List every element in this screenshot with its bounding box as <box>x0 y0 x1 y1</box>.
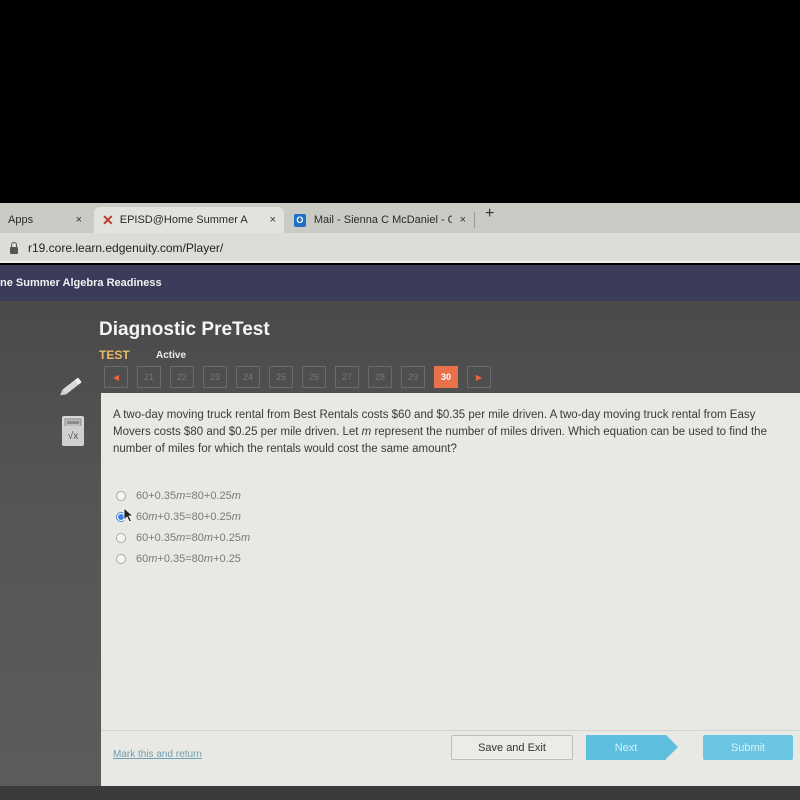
close-tab-icon[interactable]: × <box>262 214 276 226</box>
page-button[interactable]: 28 <box>368 366 392 388</box>
chevron-left-icon: ◀ <box>112 372 120 382</box>
prev-question-button[interactable]: ◀ <box>104 366 128 388</box>
address-bar: r19.core.learn.edgenuity.com/Player/ <box>0 233 800 263</box>
tab-separator <box>474 212 475 228</box>
edgenuity-x-icon: ✕ <box>102 211 114 228</box>
mouse-cursor-icon <box>123 507 135 523</box>
close-tab-icon[interactable]: × <box>452 214 466 226</box>
radio-button[interactable] <box>116 490 126 501</box>
answer-option[interactable]: 60m+0.35=80m+0.25 <box>116 548 250 569</box>
tab-mail[interactable]: O Mail - Sienna C McDaniel - Out × <box>286 207 474 233</box>
tab-episd[interactable]: ✕ EPISD@Home Summer Algebra × <box>94 207 284 233</box>
answer-option[interactable]: 60+0.35m=80+0.25m <box>116 485 250 506</box>
tab-label: EPISD@Home Summer Algebra <box>119 214 248 226</box>
formula-tool-button[interactable]: √x <box>62 426 84 446</box>
page-button[interactable]: 27 <box>335 366 359 388</box>
option-label: 60m+0.35=80m+0.25 <box>136 552 241 565</box>
radio-button[interactable] <box>116 532 126 543</box>
tab-label: Apps <box>8 214 34 226</box>
submit-button[interactable]: Submit <box>703 735 793 760</box>
mark-and-return-link[interactable]: Mark this and return <box>113 749 202 760</box>
next-button-arrow <box>666 735 678 759</box>
close-tab-icon[interactable]: × <box>68 214 82 226</box>
option-label: 60+0.35m=80+0.25m <box>136 489 241 502</box>
pencil-icon <box>60 377 82 396</box>
course-title: ne Summer Algebra Readiness <box>0 277 162 289</box>
answer-option-selected[interactable]: 60m+0.35=80+0.25m <box>116 506 250 527</box>
tab-apps[interactable]: Apps × <box>0 207 90 233</box>
save-and-exit-button[interactable]: Save and Exit <box>451 735 573 760</box>
question-pager: ◀ 21 22 23 24 25 26 27 28 29 30 ▶ <box>104 366 491 388</box>
url-field[interactable]: r19.core.learn.edgenuity.com/Player/ <box>0 237 800 259</box>
next-question-button[interactable]: ▶ <box>467 366 491 388</box>
test-status: Active <box>156 350 187 361</box>
next-button[interactable]: Next <box>586 735 666 760</box>
new-tab-button[interactable]: + <box>485 205 494 223</box>
chevron-right-icon: ▶ <box>475 372 483 382</box>
page-button[interactable]: 21 <box>137 366 161 388</box>
lock-icon <box>10 241 18 254</box>
option-label: 60m+0.35=80+0.25m <box>136 510 241 523</box>
page-button[interactable]: 23 <box>203 366 227 388</box>
page-button[interactable]: 25 <box>269 366 293 388</box>
radio-button[interactable] <box>116 553 126 564</box>
answer-option[interactable]: 60+0.35m=80m+0.25m <box>116 527 250 548</box>
outlook-icon: O <box>294 213 306 227</box>
answer-options: 60+0.35m=80+0.25m 60m+0.35=80+0.25m 60+0… <box>116 485 250 569</box>
option-label: 60+0.35m=80m+0.25m <box>136 531 251 544</box>
page-title: Diagnostic PreTest <box>99 319 270 340</box>
pencil-tool-button[interactable] <box>58 374 86 398</box>
monitor-bezel <box>0 786 800 800</box>
test-type-label: TEST <box>99 348 130 362</box>
footer-divider <box>101 730 800 731</box>
question-text: A two-day moving truck rental from Best … <box>113 409 767 455</box>
page-button[interactable]: 22 <box>170 366 194 388</box>
page-button[interactable]: 26 <box>302 366 326 388</box>
app-header: ne Summer Algebra Readiness <box>0 265 800 301</box>
tab-label: Mail - Sienna C McDaniel - Out <box>313 214 452 226</box>
page-button[interactable]: 24 <box>236 366 260 388</box>
browser-tab-bar: Apps × ✕ EPISD@Home Summer Algebra × O M… <box>0 203 800 233</box>
formula-icon: √x <box>67 430 79 442</box>
page-button[interactable]: 29 <box>401 366 425 388</box>
url-text: r19.core.learn.edgenuity.com/Player/ <box>28 241 224 255</box>
page-button-current[interactable]: 30 <box>434 366 458 388</box>
